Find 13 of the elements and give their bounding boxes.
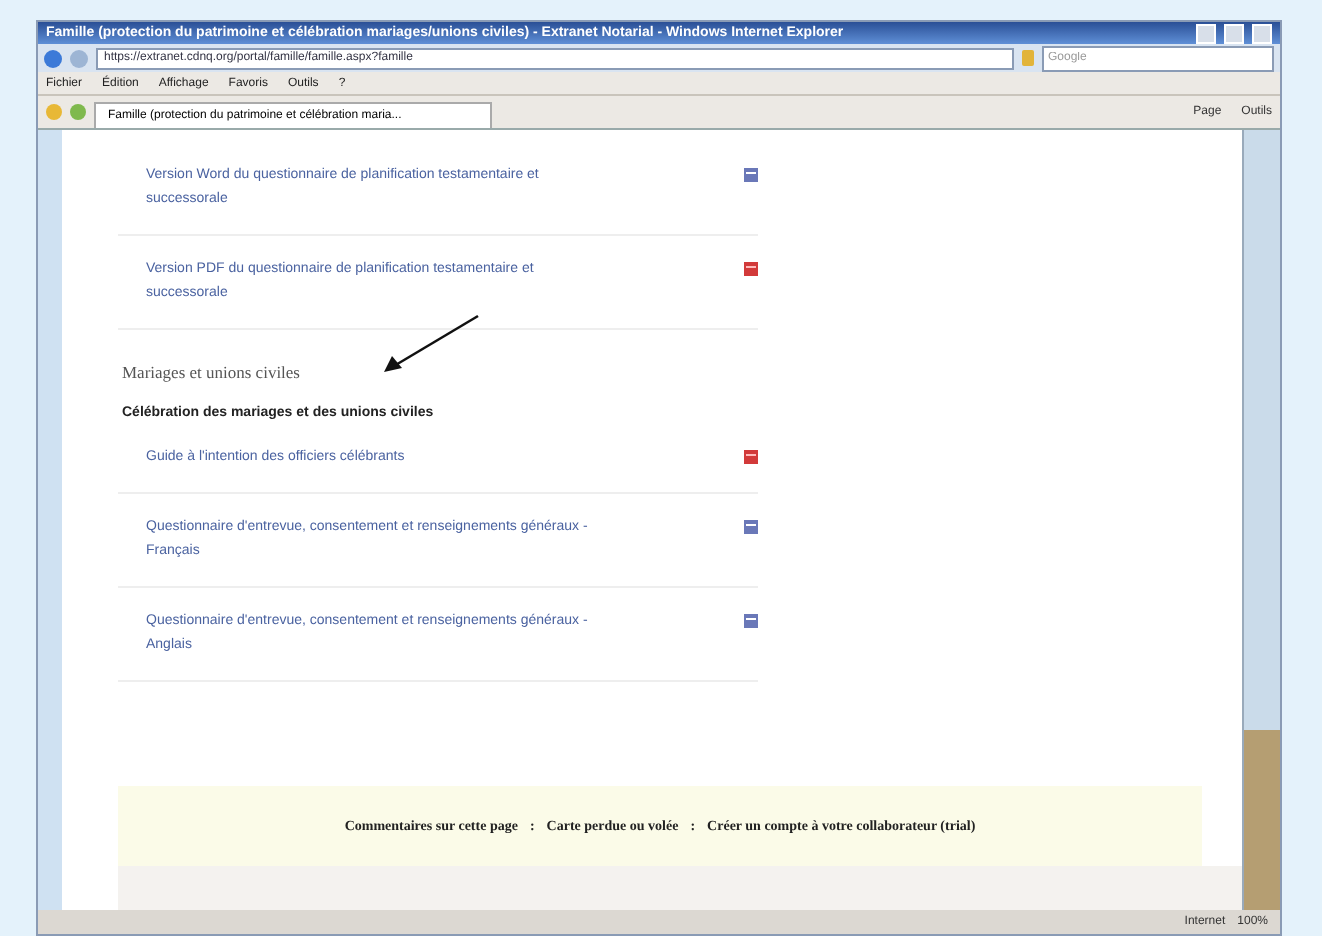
maximize-button[interactable] — [1224, 23, 1244, 43]
minimize-button[interactable] — [1196, 23, 1216, 43]
close-button[interactable] — [1252, 23, 1272, 43]
back-button[interactable] — [44, 49, 62, 67]
document-icon — [744, 520, 758, 534]
lock-icon — [1022, 50, 1034, 66]
pdf-icon — [744, 450, 758, 464]
pdf-icon — [744, 262, 758, 276]
arrow — [382, 314, 482, 374]
section-heading: Mariages et unions civiles — [122, 362, 302, 382]
document-icon — [744, 614, 758, 628]
scrollbar[interactable] — [1242, 130, 1280, 910]
document-icon — [744, 168, 758, 182]
